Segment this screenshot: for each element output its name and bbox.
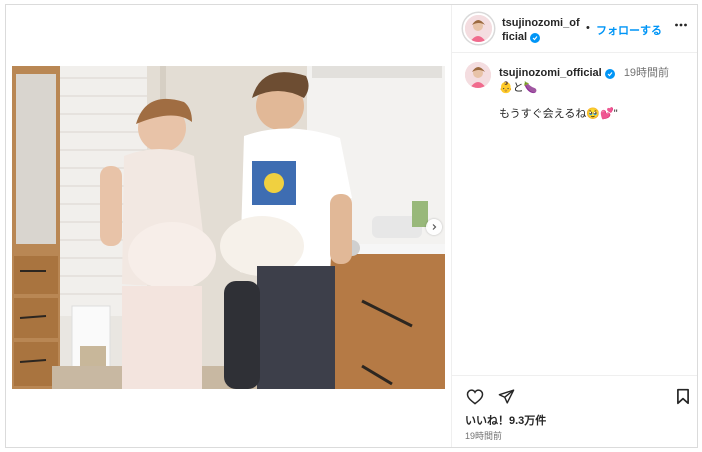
caption-line-2: もうすぐ会えるね🥹💕" bbox=[499, 108, 618, 120]
verified-badge-icon bbox=[530, 33, 541, 43]
caption-time: 19時間前 bbox=[623, 67, 670, 79]
chevron-right-icon bbox=[432, 224, 437, 230]
next-photo-button[interactable] bbox=[426, 219, 442, 235]
avatar[interactable] bbox=[463, 13, 494, 44]
instagram-post-card: tsujinozomi_offi­cial • フォローする bbox=[5, 4, 698, 448]
header-username[interactable]: tsujinozomi_offi­cial bbox=[502, 16, 582, 44]
comment-avatar[interactable] bbox=[465, 62, 491, 88]
post-header: tsujinozomi_offi­cial • フォローする bbox=[452, 5, 697, 53]
action-bar: いいね！9.3万件 19時間前 bbox=[452, 375, 697, 447]
post-media bbox=[6, 5, 451, 447]
caption-line-1: 👶と🍆 bbox=[499, 82, 538, 94]
post-sidebar: tsujinozomi_offi­cial • フォローする bbox=[451, 5, 697, 447]
posted-time: 19時間前 bbox=[465, 431, 503, 441]
verified-badge-icon bbox=[604, 69, 615, 79]
heart-icon[interactable] bbox=[466, 388, 484, 410]
caption-username[interactable]: tsujinozomi_official 19時間前 bbox=[499, 64, 669, 80]
more-horizontal-icon[interactable] bbox=[674, 18, 688, 37]
follow-button[interactable]: フォローする bbox=[596, 22, 662, 38]
separator-dot: • bbox=[586, 22, 590, 34]
bookmark-icon[interactable] bbox=[676, 388, 690, 410]
like-count[interactable]: いいね！9.3万件 bbox=[465, 412, 546, 428]
paper-plane-icon[interactable] bbox=[498, 388, 515, 410]
post-photo[interactable] bbox=[12, 66, 445, 389]
